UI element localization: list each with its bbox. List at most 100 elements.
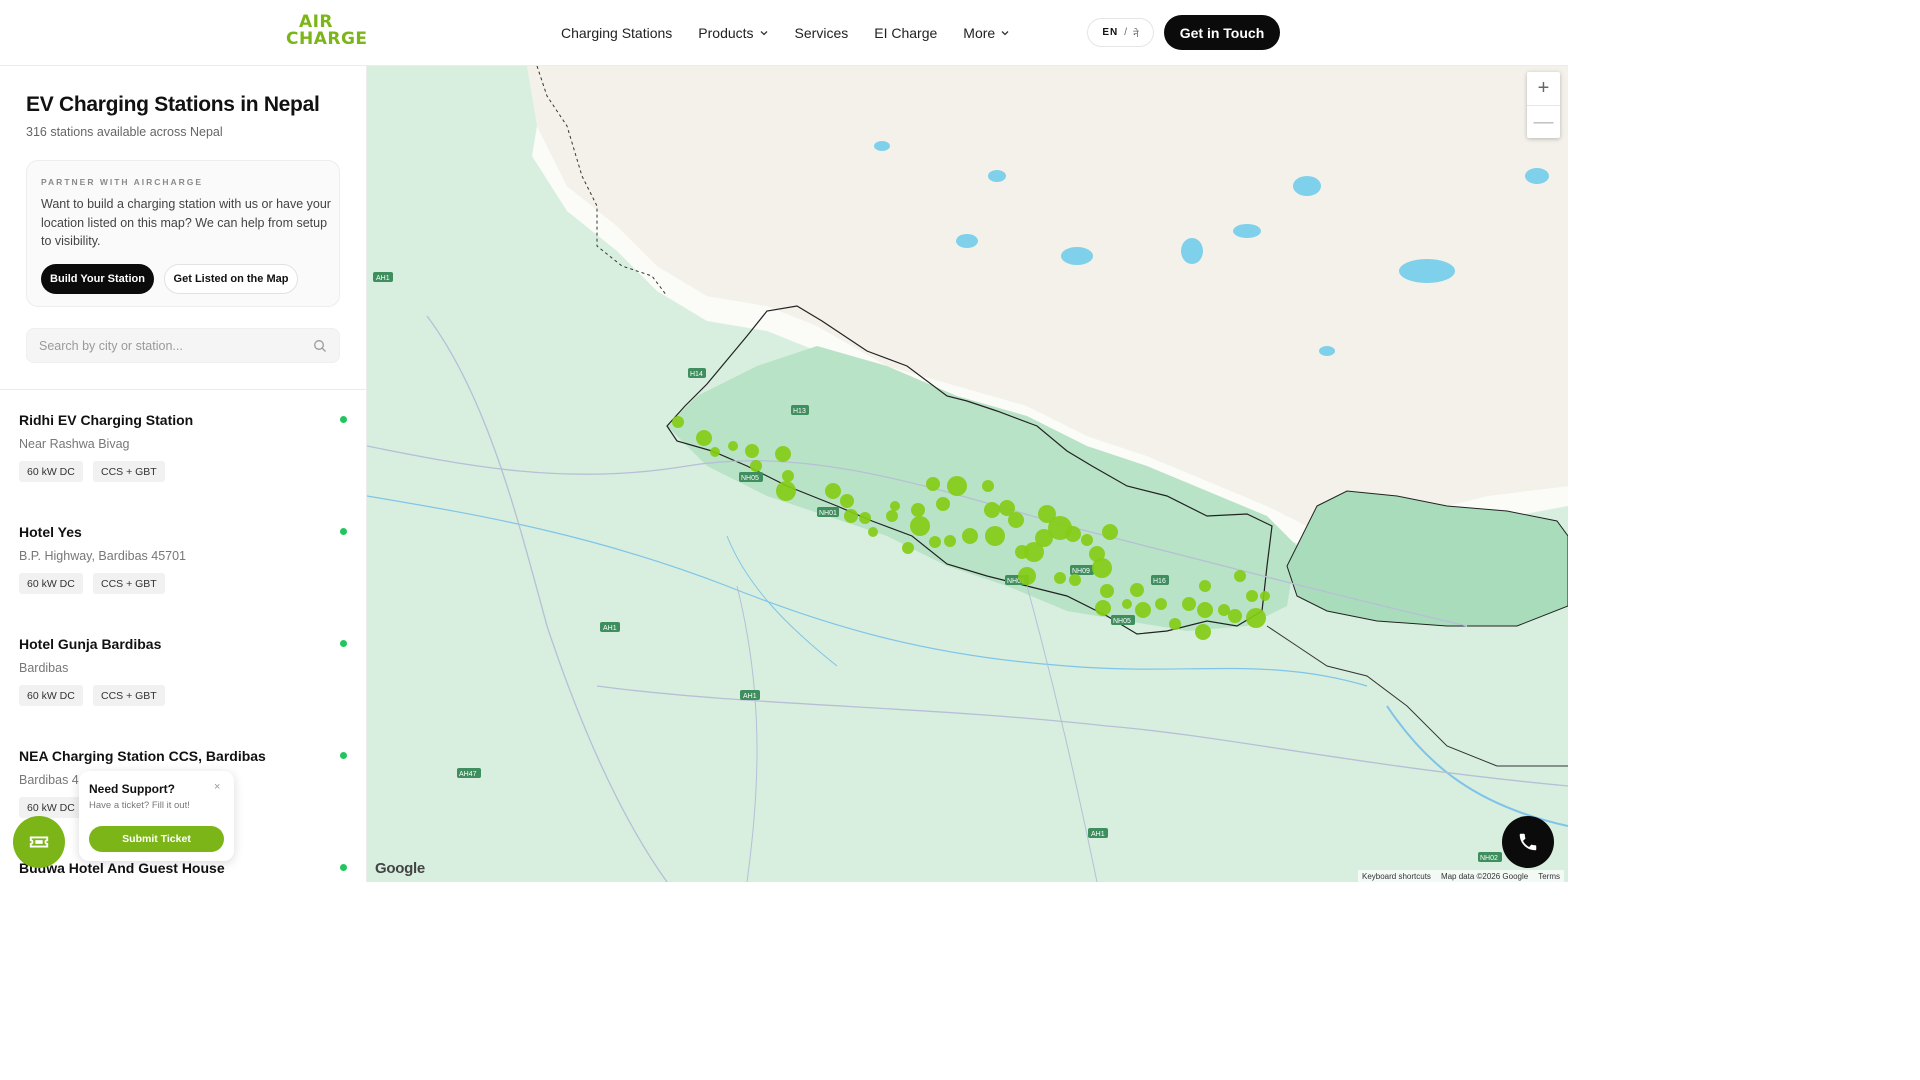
phone-call-button[interactable] (1502, 816, 1554, 868)
station-marker (1095, 600, 1111, 616)
lang-separator: / (1124, 27, 1128, 38)
partner-eyebrow: PARTNER WITH AIRCHARGE (41, 177, 204, 187)
lang-ne[interactable]: ने (1133, 26, 1139, 40)
google-logo[interactable]: Google (375, 860, 425, 877)
zoom-out-button[interactable]: — (1527, 105, 1560, 138)
station-marker (1130, 583, 1144, 597)
station-marker (1069, 574, 1081, 586)
highway (596, 685, 1568, 787)
stations-sidebar: EV Charging Stations in Nepal 316 statio… (0, 66, 367, 882)
station-item[interactable]: Budwa Hotel And Guest House (0, 860, 366, 882)
svg-text:H14: H14 (690, 371, 703, 378)
station-marker (672, 416, 684, 428)
station-marker (1228, 609, 1242, 623)
svg-text:H13: H13 (793, 408, 806, 415)
map-canvas[interactable]: AH1 H14 H13 NH01 NH05 NH09 NH05 H16 AH1 … (367, 66, 1568, 882)
lake (1181, 238, 1203, 264)
station-marker (750, 460, 762, 472)
build-your-station-button[interactable]: Build Your Station (41, 264, 154, 294)
svg-text:NH02: NH02 (1480, 855, 1498, 862)
terms-link[interactable]: Terms (1538, 872, 1560, 881)
station-marker (1135, 602, 1151, 618)
close-icon[interactable]: × (214, 781, 220, 793)
search-input[interactable] (39, 329, 309, 362)
station-marker (1182, 597, 1196, 611)
station-address: Bardibas 4 (19, 773, 79, 787)
highway (736, 585, 758, 882)
station-marker (947, 476, 967, 496)
station-marker (710, 447, 720, 457)
map-zoom-controls: + — (1527, 72, 1560, 138)
svg-text:H16: H16 (1153, 578, 1166, 585)
phone-icon (1519, 833, 1537, 851)
station-address: Bardibas (19, 661, 69, 675)
river (726, 535, 838, 667)
station-marker (985, 526, 1005, 546)
ticket-support-button[interactable] (13, 816, 65, 868)
station-marker (859, 512, 871, 524)
ticket-icon (29, 836, 49, 848)
lake (1399, 259, 1455, 283)
station-marker (844, 509, 858, 523)
map-data-credit: Map data ©2026 Google (1440, 871, 1529, 881)
station-marker (1018, 567, 1036, 585)
station-marker (840, 494, 854, 508)
nav-charging-stations[interactable]: Charging Stations (561, 22, 672, 44)
lake (874, 141, 890, 151)
connector-tag: CCS + GBT (93, 685, 165, 706)
station-marker (1199, 580, 1211, 592)
submit-ticket-button[interactable]: Submit Ticket (89, 826, 224, 852)
get-in-touch-button[interactable]: Get in Touch (1164, 15, 1280, 50)
station-item[interactable]: Ridhi EV Charging Station Near Rashwa Bi… (0, 412, 366, 524)
connector-tag: CCS + GBT (93, 573, 165, 594)
station-marker (696, 430, 712, 446)
nav-services[interactable]: Services (795, 22, 849, 44)
station-marker (1246, 608, 1266, 628)
station-marker (1197, 602, 1213, 618)
zoom-in-button[interactable]: + (1527, 72, 1560, 105)
svg-text:AH1: AH1 (743, 693, 757, 700)
highway (1026, 585, 1098, 882)
station-marker (926, 477, 940, 491)
chevron-down-icon (760, 31, 768, 36)
station-address: B.P. Highway, Bardibas 45701 (19, 549, 187, 563)
station-marker (1092, 558, 1112, 578)
station-item[interactable]: Hotel Gunja Bardibas Bardibas 60 kW DC C… (0, 636, 366, 748)
station-marker (1122, 599, 1132, 609)
station-marker (890, 501, 900, 511)
station-marker (982, 480, 994, 492)
stations-map[interactable]: AH1 H14 H13 NH01 NH05 NH09 NH05 H16 AH1 … (367, 66, 1568, 882)
lang-en[interactable]: EN (1102, 27, 1118, 38)
nav-ei-charge[interactable]: EI Charge (874, 22, 937, 44)
support-title: Need Support? (89, 782, 175, 796)
station-marker (1065, 526, 1081, 542)
station-marker (929, 536, 941, 548)
aircharge-logo[interactable]: AIR CHARGE (286, 14, 367, 52)
nav-more[interactable]: More (963, 22, 1010, 44)
station-name: Hotel Gunja Bardibas (19, 636, 162, 652)
station-marker (911, 503, 925, 517)
highway (426, 315, 668, 882)
station-item[interactable]: Hotel Yes B.P. Highway, Bardibas 45701 6… (0, 524, 366, 636)
language-switcher[interactable]: EN / ने (1087, 18, 1154, 47)
lake (988, 170, 1006, 182)
station-marker (1169, 618, 1181, 630)
keyboard-shortcuts-link[interactable]: Keyboard shortcuts (1362, 872, 1431, 881)
nav-products[interactable]: Products (698, 22, 768, 44)
search-icon[interactable] (313, 339, 327, 353)
station-marker (775, 446, 791, 462)
station-marker (1246, 590, 1258, 602)
nav-label: Charging Stations (561, 25, 673, 41)
station-marker (886, 510, 898, 522)
power-tag: 60 kW DC (19, 685, 83, 706)
station-name: NEA Charging Station CCS, Bardibas (19, 748, 266, 764)
support-subtitle: Have a ticket? Fill it out! (89, 800, 190, 811)
svg-text:AH47: AH47 (459, 771, 477, 778)
get-listed-button[interactable]: Get Listed on the Map (164, 264, 298, 294)
svg-text:NH09: NH09 (1072, 568, 1090, 575)
map-attribution: Keyboard shortcuts Map data ©2026 Google… (1358, 870, 1565, 882)
status-dot (340, 528, 347, 535)
chevron-down-icon (1001, 31, 1009, 36)
lake (1319, 346, 1335, 356)
status-dot (340, 752, 347, 759)
